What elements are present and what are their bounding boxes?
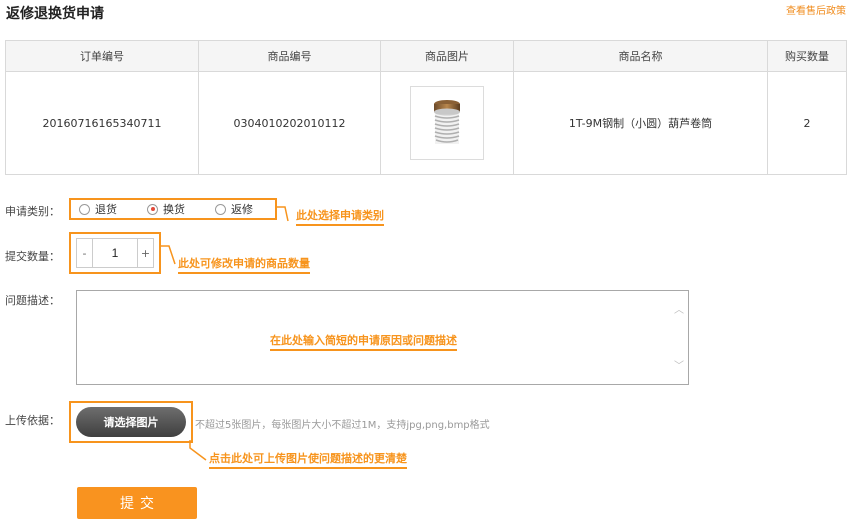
scroll-down-icon[interactable]: ﹀ <box>674 357 684 372</box>
increment-button[interactable]: + <box>137 239 153 267</box>
order-no-cell: 20160716165340711 <box>5 71 199 175</box>
radio-option-return[interactable]: 退货 <box>79 201 117 217</box>
apply-type-label: 申请类别： <box>5 205 60 218</box>
column-header-quantity: 购买数量 <box>767 40 847 72</box>
callout-connector <box>161 245 176 265</box>
radio-label: 退货 <box>95 203 117 216</box>
product-thumbnail <box>410 86 484 160</box>
decrement-button[interactable]: - <box>77 239 93 267</box>
column-header-product-image: 商品图片 <box>380 40 514 72</box>
radio-option-repair[interactable]: 返修 <box>215 201 253 217</box>
problem-description-textarea[interactable]: 在此处输入简短的申请原因或问题描述 ︿ ﹀ <box>76 290 689 385</box>
callout-connector <box>189 440 207 461</box>
upload-highlight-box: 请选择图片 <box>69 401 193 443</box>
radio-circle-checked[interactable] <box>147 203 158 215</box>
after-sales-policy-link[interactable]: 查看售后政策 <box>786 2 846 17</box>
submit-quantity-label: 提交数量： <box>5 250 60 263</box>
spring-part-icon <box>434 100 460 144</box>
radio-option-exchange[interactable]: 换货 <box>147 201 185 217</box>
quantity-highlight-box: - + <box>69 232 161 274</box>
callout-quantity: 此处可修改申请的商品数量 <box>178 255 310 274</box>
product-no-cell: 0304010202010112 <box>198 71 381 175</box>
callout-upload: 点击此处可上传图片使问题描述的更清楚 <box>209 450 407 469</box>
scroll-up-icon[interactable]: ︿ <box>674 301 684 316</box>
column-header-product-name: 商品名称 <box>513 40 768 72</box>
radio-circle[interactable] <box>79 203 90 215</box>
column-header-product-no: 商品编号 <box>198 40 381 72</box>
upload-hint: 不超过5张图片，每张图片大小不超过1M，支持jpg,png,bmp格式 <box>195 420 490 431</box>
upload-evidence-label: 上传依据： <box>5 414 60 427</box>
callout-connector <box>277 206 289 222</box>
product-name-cell: 1T-9M钢制（小圆）葫芦卷筒 <box>513 71 768 175</box>
description-placeholder: 在此处输入简短的申请原因或问题描述 <box>270 332 457 351</box>
table-header-row: 订单编号 商品编号 商品图片 商品名称 购买数量 <box>5 40 847 72</box>
apply-type-radio-group: 退货 换货 返修 <box>69 198 277 220</box>
order-table: 订单编号 商品编号 商品图片 商品名称 购买数量 201607161653407… <box>5 40 847 175</box>
page-title: 返修退换货申请 <box>6 6 104 22</box>
choose-image-button[interactable]: 请选择图片 <box>76 407 186 437</box>
radio-circle[interactable] <box>215 203 226 215</box>
quantity-cell: 2 <box>767 71 847 175</box>
radio-label: 返修 <box>231 203 253 216</box>
quantity-input[interactable] <box>93 239 137 267</box>
product-image-cell <box>380 71 514 175</box>
callout-apply-type: 此处选择申请类别 <box>296 207 384 226</box>
problem-description-label: 问题描述： <box>5 294 60 307</box>
table-row: 20160716165340711 0304010202010112 1T-9M… <box>5 71 847 175</box>
quantity-stepper: - + <box>76 238 154 268</box>
radio-label: 换货 <box>163 203 185 216</box>
column-header-order-no: 订单编号 <box>5 40 199 72</box>
submit-button[interactable]: 提交 <box>77 487 197 519</box>
textarea-scrollbar[interactable]: ︿ ﹀ <box>671 291 688 384</box>
